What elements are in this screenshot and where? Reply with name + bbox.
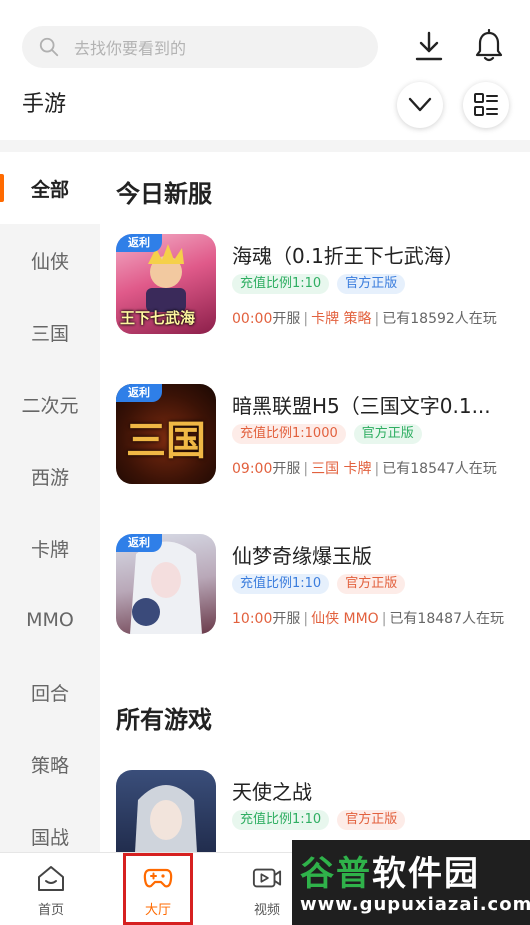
nav-home[interactable]: 首页 — [16, 853, 86, 925]
category-item-turn-based[interactable]: 回合 — [0, 656, 100, 728]
tag-official: 官方正版 — [337, 574, 406, 594]
game-list-item[interactable]: 返利 王下七武海 海魂（0.1折王下七武海） 充值比例1:10 官方正版 00:… — [116, 234, 530, 336]
watermark-url: www.gupuxiazai.com — [300, 894, 530, 915]
open-time: 00:00 — [232, 311, 273, 327]
category-item-xiyou[interactable]: 西游 — [0, 440, 100, 512]
game-meta: 09:00开服 | 三国 卡牌 | 已有18547人在玩 — [232, 461, 497, 477]
today-new-servers-heading: 今日新服 — [116, 180, 212, 208]
category-label: 全部 — [30, 178, 69, 201]
header-divider — [0, 140, 530, 152]
watermark-title: 谷普软件园 — [300, 854, 480, 894]
rebate-badge: 返利 — [116, 234, 162, 252]
layout-toggle-button[interactable] — [463, 82, 509, 128]
game-categories: 三国 卡牌 — [311, 461, 372, 477]
chevron-down-icon — [408, 97, 432, 112]
game-cover: 三国 返利 — [116, 384, 216, 484]
cover-title: 三国 — [126, 418, 206, 464]
game-list-item[interactable]: 三国 返利 暗黑联盟H5（三国文字0.1... 充值比例1:1000 官方正版 … — [116, 384, 530, 486]
tag-recharge-ratio: 充值比例1:1000 — [232, 424, 346, 444]
category-item-xianxia[interactable]: 仙侠 — [0, 224, 100, 296]
game-name: 仙梦奇缘爆玉版 — [232, 544, 372, 568]
game-cover: 返利 王下七武海 — [116, 234, 216, 334]
open-label: 开服 — [272, 611, 301, 627]
active-tab-highlight-box — [123, 853, 193, 925]
rebate-badge: 返利 — [116, 534, 162, 552]
game-cover — [116, 770, 216, 852]
category-label: 西游 — [30, 466, 69, 489]
nav-label: 视频 — [253, 903, 280, 918]
player-count: 已有18487人在玩 — [389, 611, 504, 627]
player-count: 已有18547人在玩 — [382, 461, 497, 477]
player-count: 已有18592人在玩 — [382, 311, 497, 327]
category-item-all[interactable]: 全部 — [0, 152, 100, 224]
category-label: 仙侠 — [30, 250, 69, 273]
open-time: 10:00 — [232, 611, 273, 627]
tag-recharge-ratio: 充值比例1:10 — [232, 810, 330, 830]
search-icon — [39, 37, 59, 57]
category-label: 国战 — [30, 826, 69, 849]
game-tags: 充值比例1:1000 官方正版 — [232, 424, 422, 444]
all-games-heading: 所有游戏 — [116, 706, 212, 734]
video-icon — [252, 868, 282, 888]
tag-official: 官方正版 — [353, 424, 422, 444]
active-indicator — [0, 174, 4, 202]
category-label: 三国 — [30, 322, 69, 345]
category-item-strategy[interactable]: 策略 — [0, 728, 100, 800]
game-meta: 00:00开服 | 卡牌 策略 | 已有18592人在玩 — [232, 311, 497, 327]
tag-official: 官方正版 — [337, 274, 406, 294]
category-sidebar: 全部 仙侠 三国 二次元 西游 卡牌 MMO 回合 策略 国战 — [0, 152, 100, 852]
game-meta: 10:00开服 | 仙侠 MMO | 已有18487人在玩 — [232, 611, 504, 627]
category-label: MMO — [26, 609, 74, 631]
category-label: 卡牌 — [30, 538, 69, 561]
page-title: 手游 — [22, 92, 67, 117]
search-bar[interactable]: 去找你要看到的 — [22, 26, 378, 68]
game-categories: 仙侠 MMO — [311, 611, 379, 627]
category-label: 回合 — [30, 682, 69, 705]
game-list-panel: 今日新服 返利 王下七武海 海魂（0.1折王下七武海） 充值比例1:10 官方正… — [100, 152, 530, 852]
category-item-anime[interactable]: 二次元 — [0, 368, 100, 440]
download-icon — [415, 31, 443, 61]
category-item-sanguo[interactable]: 三国 — [0, 296, 100, 368]
notification-button[interactable] — [472, 28, 506, 64]
tag-recharge-ratio: 充值比例1:10 — [232, 274, 330, 294]
cover-title: 王下七武海 — [120, 309, 196, 327]
tag-official: 官方正版 — [337, 810, 406, 830]
download-button[interactable] — [412, 28, 446, 64]
game-tags: 充值比例1:10 官方正版 — [232, 274, 406, 294]
game-tags: 充值比例1:10 官方正版 — [232, 574, 406, 594]
watermark-logo: 谷普软件园 www.gupuxiazai.com — [292, 840, 530, 925]
game-list-item[interactable]: 返利 仙梦奇缘爆玉版 充值比例1:10 官方正版 10:00开服 | 仙侠 MMO |… — [116, 534, 530, 636]
category-label: 二次元 — [21, 394, 79, 417]
game-name: 天使之战 — [232, 780, 312, 804]
list-layout-icon — [474, 93, 498, 116]
category-label: 策略 — [30, 754, 69, 777]
game-categories: 卡牌 策略 — [311, 311, 372, 327]
game-name: 暗黑联盟H5（三国文字0.1... — [232, 394, 491, 418]
search-placeholder: 去找你要看到的 — [74, 39, 187, 58]
app-screen: 去找你要看到的 手游 全部 仙侠 三国 二次元 西游 卡牌 MMO 回合 策略 … — [0, 0, 530, 925]
nav-label: 首页 — [37, 903, 64, 918]
category-item-card[interactable]: 卡牌 — [0, 512, 100, 584]
home-icon — [38, 866, 64, 891]
game-cover: 返利 — [116, 534, 216, 634]
game-tags: 充值比例1:10 官方正版 — [232, 810, 406, 830]
character-art — [135, 785, 197, 852]
open-label: 开服 — [272, 461, 301, 477]
tag-recharge-ratio: 充值比例1:10 — [232, 574, 330, 594]
game-name: 海魂（0.1折王下七武海） — [232, 244, 464, 268]
category-item-mmo[interactable]: MMO — [0, 584, 100, 656]
bell-icon — [475, 29, 503, 62]
open-time: 09:00 — [232, 461, 273, 477]
expand-button[interactable] — [397, 82, 443, 128]
rebate-badge: 返利 — [116, 384, 162, 402]
open-label: 开服 — [272, 311, 301, 327]
